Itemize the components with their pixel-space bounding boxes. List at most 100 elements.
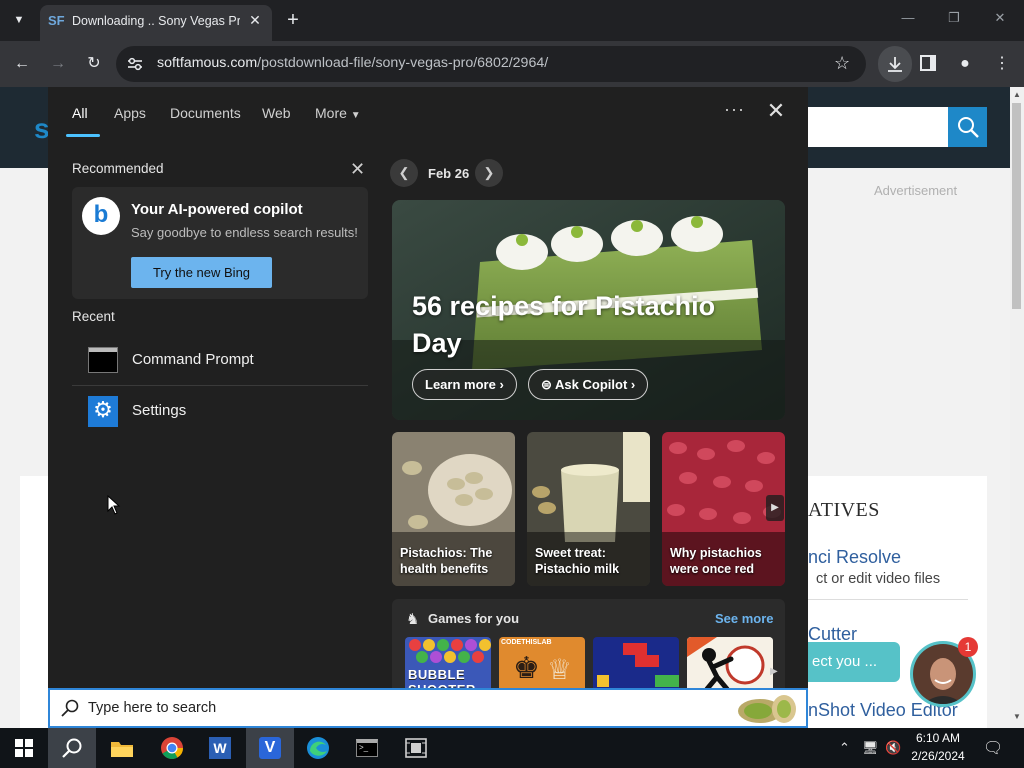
taskbar-vegas[interactable]: V (246, 728, 294, 768)
tab-search-dropdown-icon[interactable]: ▼ (6, 8, 32, 32)
copilot-subtitle: Say goodbye to endless search results! (131, 225, 358, 240)
minimize-icon[interactable]: — (894, 10, 922, 30)
taskbar-edge[interactable] (294, 728, 342, 768)
film-strip-icon (405, 738, 427, 758)
pistachio-search-highlight-image[interactable] (736, 691, 800, 727)
settings-gear-icon: ⚙ (88, 396, 118, 427)
forward-icon[interactable]: → (45, 51, 71, 77)
scroll-up-icon[interactable]: ▲ (1013, 90, 1021, 99)
mouse-cursor-icon (107, 495, 121, 515)
restore-icon[interactable]: ❐ (940, 10, 968, 30)
recent-item-command-prompt[interactable]: Command Prompt (72, 336, 368, 386)
news-tile[interactable]: Sweet treat: Pistachio milk (527, 432, 650, 586)
tab-web[interactable]: Web (262, 105, 291, 121)
url-host: softfamous.com (157, 55, 258, 71)
site-info-icon[interactable] (127, 57, 143, 71)
divider (72, 385, 368, 386)
tab-more[interactable]: More ▼ (315, 105, 361, 121)
url-text[interactable]: softfamous.com/postdownload-file/sony-ve… (157, 55, 548, 71)
learn-more-label: Learn more (425, 377, 496, 392)
chrome-icon (161, 737, 183, 759)
active-tab-indicator (66, 134, 100, 137)
recent-item-settings[interactable]: ⚙ Settings (72, 387, 368, 437)
tab-close-icon[interactable]: ✕ (246, 12, 264, 30)
tab-title: Downloading .. Sony Vegas Pro (72, 14, 240, 28)
site-favicon: SF (48, 13, 65, 28)
network-icon[interactable]: 🖥 (862, 740, 879, 756)
taskbar-search-button[interactable] (48, 728, 96, 768)
back-icon[interactable]: ← (9, 51, 35, 77)
scrollbar-thumb[interactable] (1012, 103, 1021, 309)
side-panel-icon[interactable] (920, 55, 936, 71)
hero-card[interactable]: 56 recipes for Pistachio Day Learn more … (392, 200, 785, 420)
alternative-desc: ct or edit video files (816, 571, 941, 587)
clock-time[interactable]: 6:10 AM (906, 731, 970, 745)
date-next-icon[interactable]: ❯ (475, 159, 503, 187)
learn-more-button[interactable]: Learn more › (412, 369, 517, 400)
recommended-dismiss-icon[interactable]: ✕ (350, 159, 365, 180)
chat-prompt-bubble[interactable]: ect you ... (808, 642, 900, 682)
caret-down-icon: ▼ (350, 110, 361, 121)
ask-copilot-label: Ask Copilot (555, 377, 628, 392)
tab-apps[interactable]: Apps (114, 105, 146, 121)
site-search-input[interactable] (808, 107, 948, 147)
volume-muted-icon[interactable]: 🔇 (885, 740, 901, 756)
taskbar-media-app[interactable] (392, 728, 440, 768)
search-placeholder: Type here to search (88, 700, 217, 716)
search-icon (62, 738, 82, 758)
menu-kebab-icon[interactable]: ⋮ (989, 51, 1015, 77)
panel-close-icon[interactable]: ✕ (764, 99, 788, 123)
carousel-next-icon[interactable]: ▶ (766, 495, 784, 521)
bookmark-star-icon[interactable]: ☆ (834, 53, 850, 74)
tab-more-label: More (315, 105, 347, 121)
terminal-icon: >_ (356, 739, 378, 757)
recent-item-label: Command Prompt (132, 351, 254, 368)
tab-documents[interactable]: Documents (170, 105, 241, 121)
new-tab-icon[interactable]: + (282, 8, 304, 32)
hero-title: 56 recipes for Pistachio Day (412, 291, 716, 358)
show-hidden-icons[interactable]: ⌃ (839, 740, 850, 756)
taskbar-chrome[interactable] (148, 728, 196, 768)
folder-icon (111, 742, 133, 757)
recent-heading: Recent (72, 309, 115, 324)
advertisement-label: Advertisement (874, 183, 958, 198)
browser-toolbar: ← → ↻ softfamous.com/postdownload-file/s… (0, 41, 1024, 87)
alternative-link[interactable]: nci Resolve (808, 547, 901, 568)
window-close-icon[interactable]: ✕ (986, 10, 1014, 30)
taskbar-command-prompt[interactable]: >_ (343, 728, 391, 768)
copilot-promo-card: b Your AI-powered copilot Say goodbye to… (72, 187, 368, 299)
game-tile-stickman[interactable] (687, 637, 773, 690)
game-tile-chess[interactable]: CODETHISLAB ♚ ♕ (499, 637, 585, 690)
edge-icon (307, 737, 329, 759)
reload-icon[interactable]: ↻ (81, 51, 107, 77)
browser-tab[interactable]: SF Downloading .. Sony Vegas Pro ✕ (40, 5, 272, 41)
date-prev-icon[interactable]: ❮ (390, 159, 418, 187)
address-bar[interactable]: softfamous.com/postdownload-file/sony-ve… (116, 46, 866, 82)
profile-icon[interactable]: ● (952, 51, 978, 77)
white-chess-piece-icon: ♕ (547, 654, 573, 685)
taskbar-word[interactable]: W (196, 728, 244, 768)
taskbar-file-explorer[interactable] (98, 728, 146, 768)
taskbar-search-box[interactable]: Type here to search (48, 688, 808, 728)
site-search-icon[interactable] (948, 107, 987, 147)
tile-caption: Sweet treat: Pistachio milk (535, 546, 620, 576)
news-tile[interactable]: Pistachios: The health benefits (392, 432, 515, 586)
date-label: Feb 26 (428, 166, 470, 181)
clock-date[interactable]: 2/26/2024 (906, 749, 970, 763)
notification-icon[interactable]: 🗨 (983, 738, 1003, 758)
tile-caption: Why pistachios were once red (670, 546, 762, 576)
chat-notification-badge: 1 (958, 637, 978, 657)
try-bing-button[interactable]: Try the new Bing (131, 257, 272, 288)
game-tile-blocks[interactable] (593, 637, 679, 690)
more-options-icon[interactable]: ··· (724, 99, 745, 120)
downloads-button[interactable] (878, 46, 912, 82)
recent-item-label: Settings (132, 402, 187, 419)
ask-copilot-button[interactable]: ⊜ Ask Copilot › (528, 369, 649, 400)
start-button[interactable] (0, 728, 48, 768)
game-tile-bubble-shooter[interactable]: BUBBLE SHOOTER (405, 637, 491, 690)
tab-all[interactable]: All (72, 105, 88, 121)
divider (808, 599, 968, 600)
see-more-link[interactable]: See more (715, 611, 774, 626)
scroll-down-icon[interactable]: ▼ (1013, 712, 1021, 721)
games-next-icon[interactable]: ▶ (770, 666, 778, 677)
